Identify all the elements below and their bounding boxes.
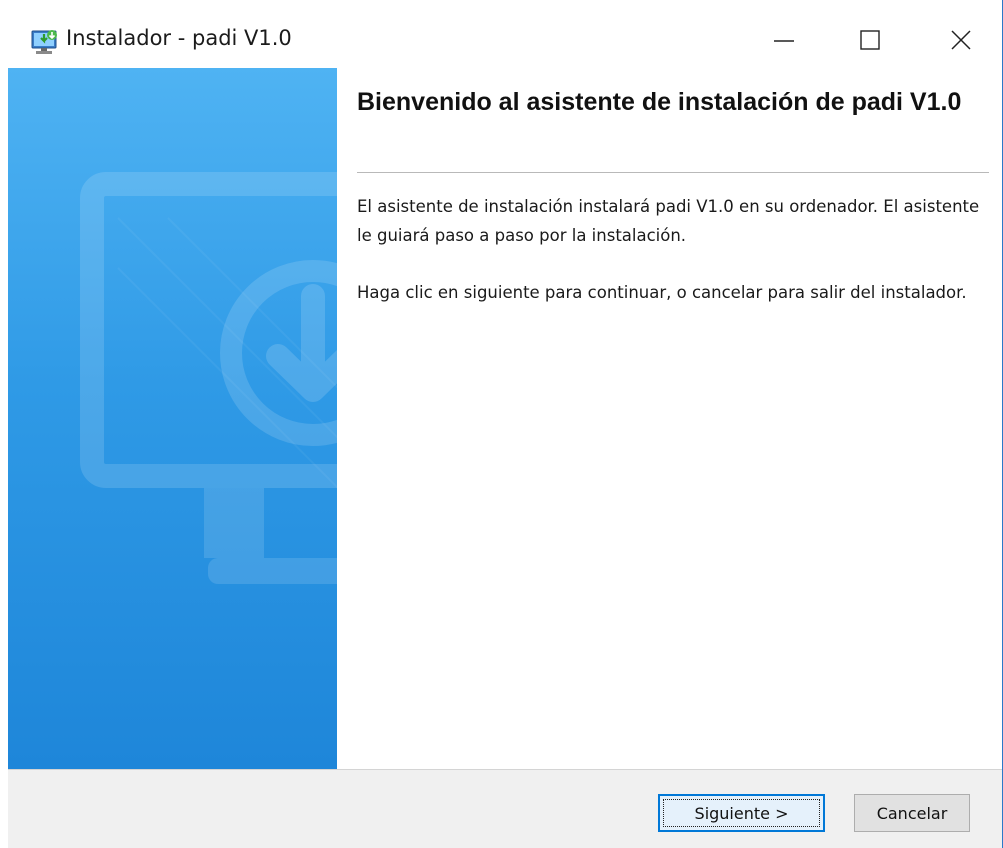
maximize-icon <box>860 30 880 50</box>
monitor-download-icon <box>80 172 337 584</box>
window-title: Instalador - padi V1.0 <box>66 26 292 50</box>
page-title: Bienvenido al asistente de instalación d… <box>357 88 962 116</box>
minimize-icon <box>774 40 794 42</box>
maximize-button[interactable] <box>835 14 905 66</box>
intro-paragraph: El asistente de instalación instalará pa… <box>357 197 980 245</box>
next-button[interactable]: Siguiente > <box>658 794 825 832</box>
side-banner <box>8 68 337 769</box>
cancel-button[interactable]: Cancelar <box>854 794 970 832</box>
instructions-paragraph: Haga clic en siguiente para continuar, o… <box>357 283 967 302</box>
close-icon <box>951 30 971 50</box>
title-divider <box>357 172 989 173</box>
welcome-content: Bienvenido al asistente de instalación d… <box>337 68 1002 769</box>
button-bar: Siguiente > Cancelar <box>8 769 1002 848</box>
minimize-button[interactable] <box>749 14 819 66</box>
close-button[interactable] <box>926 14 996 66</box>
installer-monitor-icon <box>30 27 60 57</box>
window-edge <box>0 0 8 848</box>
cancel-button-label: Cancelar <box>876 803 948 823</box>
next-button-label: Siguiente > <box>694 803 789 823</box>
